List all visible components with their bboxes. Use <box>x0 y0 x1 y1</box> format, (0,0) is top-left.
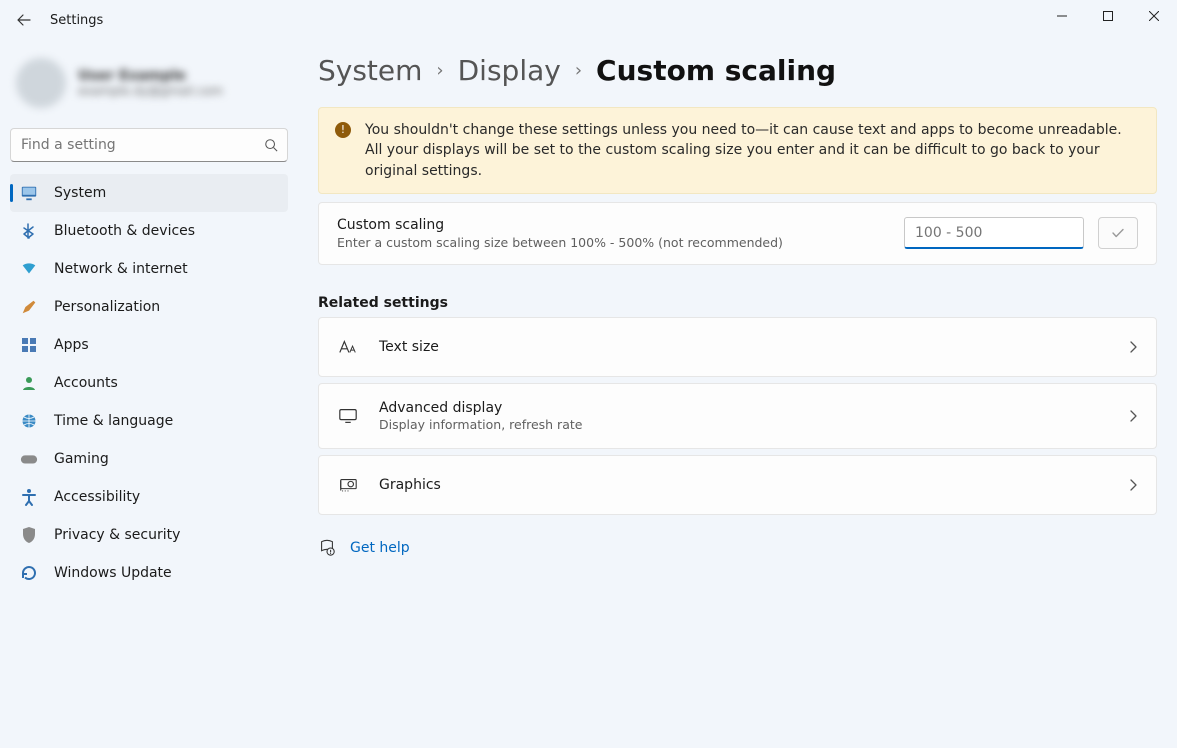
monitor2-icon <box>337 407 359 425</box>
avatar <box>16 58 66 108</box>
profile-name: User Example <box>78 68 223 84</box>
person-icon <box>20 374 38 392</box>
related-text-size[interactable]: Text size <box>318 317 1157 377</box>
sidebar-item-label: Network & internet <box>54 261 188 277</box>
warning-text: You shouldn't change these settings unle… <box>365 120 1140 181</box>
related-item-subtitle: Display information, refresh rate <box>379 417 1128 432</box>
search-icon <box>264 138 278 152</box>
chevron-right-icon: › <box>436 60 443 81</box>
window-controls <box>1039 0 1177 32</box>
custom-scaling-input[interactable] <box>904 217 1084 249</box>
related-item-title: Text size <box>379 339 1128 355</box>
get-help-link[interactable]: Get help <box>350 540 410 556</box>
gamepad-icon <box>20 450 38 468</box>
breadcrumb-system[interactable]: System <box>318 54 422 87</box>
sidebar-item-label: Apps <box>54 337 89 353</box>
related-item-title: Graphics <box>379 477 1128 493</box>
warning-icon: ! <box>335 122 351 138</box>
sidebar-item-accessibility[interactable]: Accessibility <box>10 478 288 516</box>
sidebar-item-gaming[interactable]: Gaming <box>10 440 288 478</box>
custom-scaling-card: Custom scaling Enter a custom scaling si… <box>318 202 1157 265</box>
sidebar-item-windows-update[interactable]: Windows Update <box>10 554 288 592</box>
bluetooth-icon <box>20 222 38 240</box>
breadcrumb: System › Display › Custom scaling <box>318 54 1157 87</box>
titlebar: Settings <box>0 0 1177 40</box>
related-item-title: Advanced display <box>379 400 1128 416</box>
arrow-left-icon <box>16 12 32 28</box>
chevron-right-icon <box>1128 341 1138 353</box>
sidebar-item-label: Windows Update <box>54 565 172 581</box>
back-button[interactable] <box>8 4 40 36</box>
search-input[interactable] <box>10 128 288 162</box>
sidebar-item-time-language[interactable]: Time & language <box>10 402 288 440</box>
warning-banner: ! You shouldn't change these settings un… <box>318 107 1157 194</box>
chevron-right-icon <box>1128 479 1138 491</box>
sidebar-item-bluetooth-devices[interactable]: Bluetooth & devices <box>10 212 288 250</box>
sidebar-item-label: Bluetooth & devices <box>54 223 195 239</box>
access-icon <box>20 488 38 506</box>
textsize-icon <box>337 338 359 356</box>
sidebar-item-network-internet[interactable]: Network & internet <box>10 250 288 288</box>
sidebar-item-label: Personalization <box>54 299 160 315</box>
sidebar-item-apps[interactable]: Apps <box>10 326 288 364</box>
app-title: Settings <box>50 13 103 28</box>
related-advanced-display[interactable]: Advanced displayDisplay information, ref… <box>318 383 1157 449</box>
monitor-icon <box>20 184 38 202</box>
breadcrumb-display[interactable]: Display <box>458 54 561 87</box>
sidebar-item-label: Privacy & security <box>54 527 180 543</box>
sidebar-item-personalization[interactable]: Personalization <box>10 288 288 326</box>
sidebar-item-label: System <box>54 185 106 201</box>
apply-button[interactable] <box>1098 217 1138 249</box>
sidebar-item-label: Time & language <box>54 413 173 429</box>
globe-icon <box>20 412 38 430</box>
check-icon <box>1110 225 1126 241</box>
search <box>10 128 288 162</box>
chevron-right-icon <box>1128 410 1138 422</box>
shield-icon <box>20 526 38 544</box>
grid-icon <box>20 336 38 354</box>
sidebar-item-label: Accessibility <box>54 489 140 505</box>
close-button[interactable] <box>1131 0 1177 32</box>
related-settings-heading: Related settings <box>318 295 1157 311</box>
related-settings-list: Text size Advanced displayDisplay informa… <box>318 317 1157 515</box>
sidebar-item-accounts[interactable]: Accounts <box>10 364 288 402</box>
profile[interactable]: User Example example.dy@gmail.com <box>10 50 288 128</box>
sidebar: User Example example.dy@gmail.com System… <box>0 40 298 748</box>
maximize-button[interactable] <box>1085 0 1131 32</box>
sidebar-item-privacy-security[interactable]: Privacy & security <box>10 516 288 554</box>
gpu-icon <box>337 477 359 493</box>
custom-scaling-subtitle: Enter a custom scaling size between 100%… <box>337 235 904 250</box>
brush-icon <box>20 298 38 316</box>
update-icon <box>20 564 38 582</box>
custom-scaling-title: Custom scaling <box>337 217 904 233</box>
sidebar-item-system[interactable]: System <box>10 174 288 212</box>
sidebar-item-label: Accounts <box>54 375 118 391</box>
related-graphics[interactable]: Graphics <box>318 455 1157 515</box>
minimize-button[interactable] <box>1039 0 1085 32</box>
get-help[interactable]: Get help <box>318 539 1157 557</box>
content: System › Display › Custom scaling ! You … <box>298 40 1177 748</box>
nav: System Bluetooth & devices Network & inter… <box>10 174 288 592</box>
wifi-icon <box>20 260 38 278</box>
help-icon <box>318 539 336 557</box>
breadcrumb-current: Custom scaling <box>596 54 836 87</box>
sidebar-item-label: Gaming <box>54 451 109 467</box>
profile-email: example.dy@gmail.com <box>78 84 223 98</box>
chevron-right-icon: › <box>575 60 582 81</box>
